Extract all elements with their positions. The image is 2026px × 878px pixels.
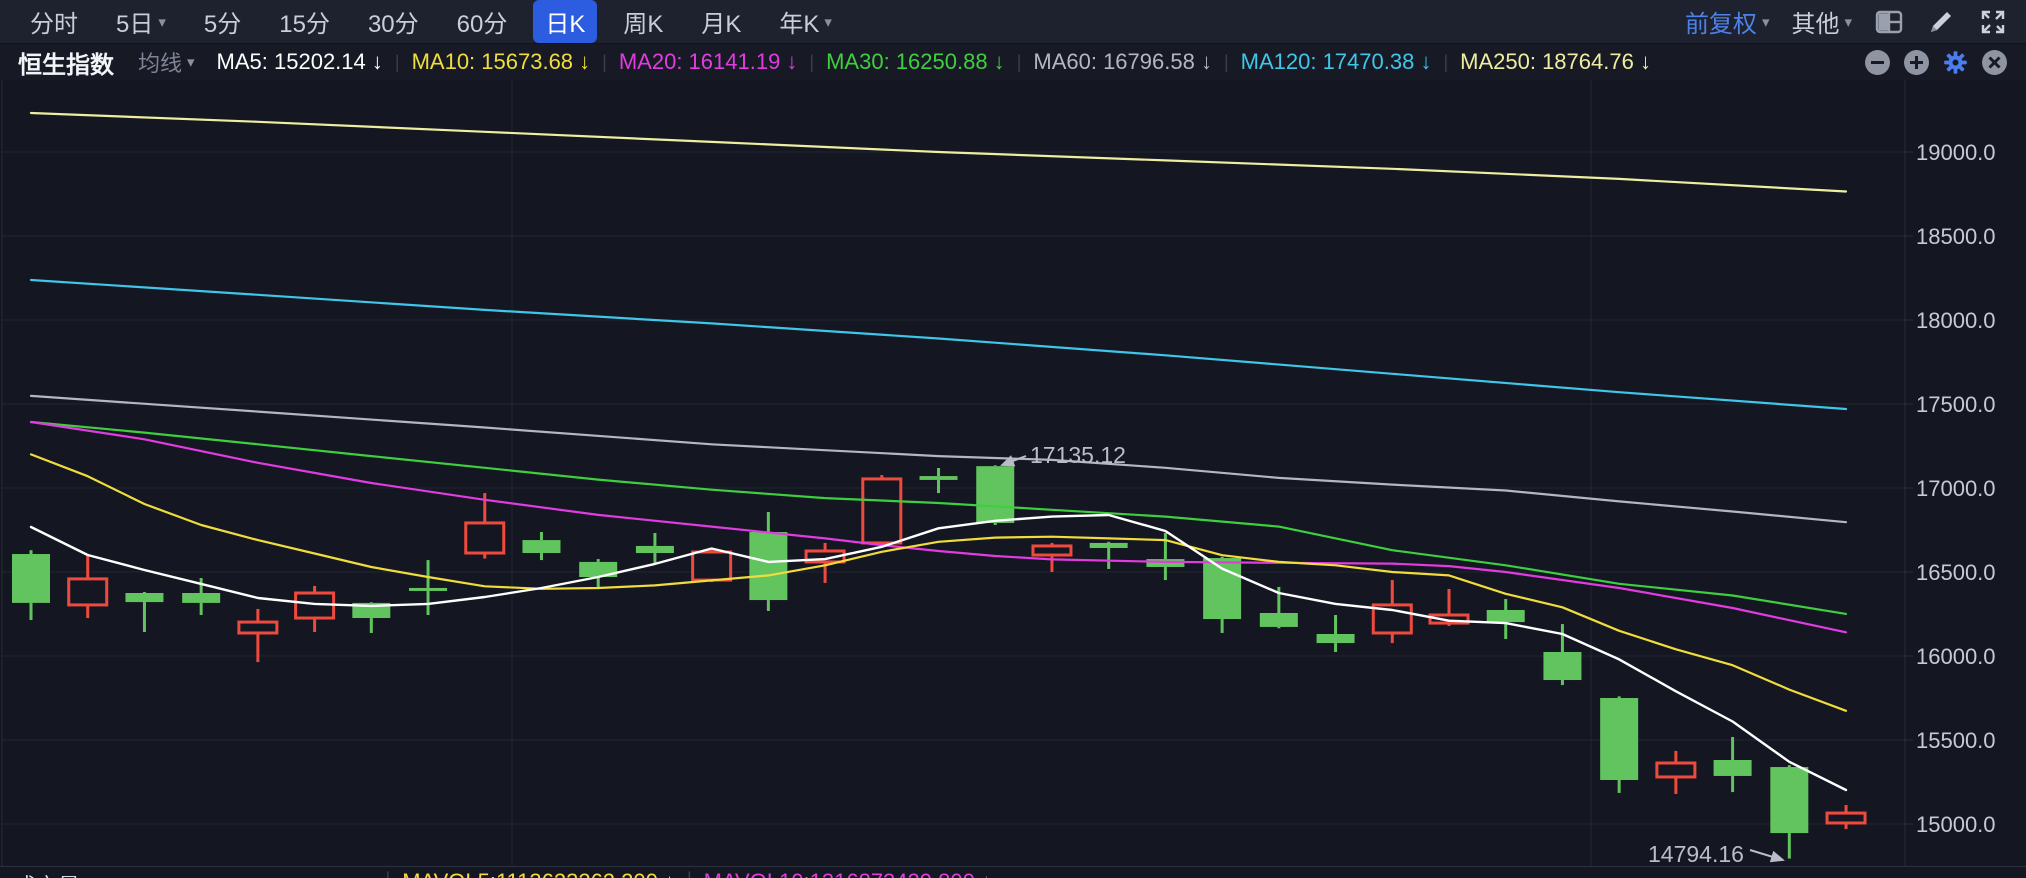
- tab-5日[interactable]: 5日 ▾: [104, 0, 178, 43]
- tab-年K[interactable]: 年K ▾: [767, 0, 844, 43]
- separator: |: [1223, 51, 1229, 72]
- separator: |: [602, 51, 607, 72]
- other-dropdown[interactable]: 其他 ▾: [1791, 4, 1852, 39]
- tab-分时[interactable]: 分时: [18, 0, 90, 43]
- chevron-down-icon: ▾: [158, 13, 166, 31]
- volume-readouts: 成交量: VOLUME:1798199140.000 ↓ | MAVOL5:1113…: [0, 867, 2026, 878]
- ma-readout-ma30: MA30: 16250.88 ↓: [826, 49, 1005, 74]
- tab-月K[interactable]: 月K: [689, 0, 753, 43]
- tab-15分[interactable]: 15分: [267, 0, 342, 43]
- ma-readout-ma250: MA250: 18764.76 ↓: [1460, 49, 1651, 74]
- volume-readout: MAVOL10:1316873429.800 ↓: [704, 869, 992, 878]
- candle-down[interactable]: [919, 476, 958, 480]
- candle-up[interactable]: [691, 550, 733, 582]
- other-label: 其他: [1791, 11, 1840, 38]
- volume-readout: 成交量: VOLUME:1798199140.000 ↓: [14, 869, 374, 878]
- tab-日K[interactable]: 日K: [533, 0, 598, 43]
- zoom-in-icon[interactable]: [1903, 49, 1930, 76]
- tab-5分[interactable]: 5分: [192, 0, 253, 43]
- y-axis-label: 18000.0: [1916, 308, 1996, 333]
- chevron-down-icon: ▾: [824, 13, 832, 31]
- y-axis-label: 17500.0: [1916, 392, 1996, 417]
- candle-down[interactable]: [522, 540, 561, 554]
- candle-down[interactable]: [749, 532, 788, 601]
- y-axis-label: 19000.0: [1916, 140, 1996, 165]
- tab-周K[interactable]: 周K: [611, 0, 675, 43]
- candle-up[interactable]: [67, 577, 109, 607]
- separator: |: [809, 51, 815, 72]
- annotation-arrow: [1749, 849, 1785, 863]
- adjust-mode-dropdown[interactable]: 前复权 ▾: [1685, 4, 1770, 39]
- y-axis-label: 17000.0: [1916, 476, 1996, 501]
- adjust-mode-label: 前复权: [1684, 11, 1757, 38]
- candle-down[interactable]: [1713, 759, 1752, 776]
- close-icon[interactable]: [1981, 49, 2008, 76]
- volume-pane-header: 成交量: VOLUME:1798199140.000 ↓ | MAVOL5:1113…: [0, 866, 2026, 878]
- separator: |: [394, 51, 400, 72]
- ma-readout-ma5: MA5: 15202.14 ↓: [216, 49, 383, 74]
- y-axis-label: 16000.0: [1916, 644, 1996, 669]
- y-axis-label: 15000.0: [1916, 812, 1996, 837]
- price-annotation: 14794.16: [1648, 841, 1744, 867]
- candle-down[interactable]: [182, 593, 221, 603]
- timeframe-toolbar: 分时 5日 ▾ 5分 15分 30分 60分 日K 周K 月K 年K ▾ 前复权 ▾ 其他 ▾: [0, 0, 2026, 44]
- price-annotation: 17135.12: [1030, 442, 1126, 468]
- candle-up[interactable]: [1031, 544, 1073, 557]
- indicator-bar: 恒生指数 均线 ▾ MA5: 15202.14 ↓ | MA10: 15673.68…: [0, 44, 2026, 80]
- y-axis-label: 18500.0: [1916, 224, 1996, 249]
- ma-readout-ma10: MA10: 15673.68 ↓: [411, 49, 591, 74]
- ma-readouts: MA5: 15202.14 ↓ | MA10: 15673.68 ↓ | MA20: 1…: [217, 49, 1651, 75]
- separator: |: [687, 869, 692, 878]
- symbol-name: 恒生指数: [18, 51, 114, 79]
- settings-gear-icon[interactable]: [1942, 49, 1969, 76]
- stock-chart-app: 分时 5日 ▾ 5分 15分 30分 60分 日K 周K 月K 年K ▾ 前复权 ▾ 其他 ▾: [0, 0, 2026, 878]
- separator: |: [1443, 51, 1449, 72]
- separator: |: [1016, 51, 1022, 72]
- indicator-bar-icons: [1864, 49, 2008, 76]
- candle-down[interactable]: [409, 587, 448, 591]
- candle-up[interactable]: [1655, 761, 1697, 779]
- chevron-down-icon: ▾: [1761, 13, 1770, 31]
- candle-down[interactable]: [635, 545, 674, 554]
- candlestick-chart[interactable]: 19000.0 18500.0 18000.0 17500.0 17000.0 16500…: [0, 0, 2026, 878]
- zoom-out-icon[interactable]: [1864, 49, 1891, 76]
- y-axis-label: 15500.0: [1916, 728, 1996, 753]
- candle-up[interactable]: [861, 477, 903, 545]
- brush-icon[interactable]: [1926, 7, 1956, 37]
- ma-line-ma120: [29, 278, 1848, 411]
- chevron-down-icon: ▾: [187, 54, 195, 71]
- candle-up[interactable]: [464, 521, 506, 555]
- ma-selector-label: 均线: [138, 51, 183, 76]
- candle-down[interactable]: [1316, 633, 1355, 644]
- candle-up[interactable]: [1825, 811, 1867, 825]
- volume-readout: MAVOL5:1113623262.200 ↓: [402, 869, 675, 878]
- expand-icon[interactable]: [1978, 7, 2008, 37]
- candle-down[interactable]: [1486, 609, 1525, 623]
- ma-readout-ma60: MA60: 16796.58 ↓: [1033, 49, 1212, 74]
- candle-down[interactable]: [12, 554, 50, 603]
- chevron-down-icon: ▾: [1844, 13, 1852, 31]
- candle-down[interactable]: [1600, 698, 1639, 780]
- ma-selector-dropdown[interactable]: 均线 ▾: [138, 46, 195, 78]
- y-axis-label: 16500.0: [1916, 560, 1996, 585]
- candle-down[interactable]: [1089, 542, 1128, 548]
- toolbar-right-group: 前复权 ▾ 其他 ▾: [1685, 4, 2008, 39]
- ma-readout-ma120: MA120: 17470.38 ↓: [1240, 49, 1432, 74]
- candle-down[interactable]: [1543, 651, 1582, 681]
- candle-down[interactable]: [125, 593, 164, 603]
- tab-30分[interactable]: 30分: [356, 0, 431, 43]
- ma-readout-ma20: MA20: 16141.19 ↓: [618, 49, 798, 74]
- candle-down[interactable]: [976, 466, 1015, 523]
- layout-grid-icon[interactable]: [1874, 7, 1904, 37]
- ma-line-ma30: [29, 420, 1848, 616]
- separator: |: [386, 869, 391, 878]
- candle-up[interactable]: [237, 620, 279, 635]
- tab-60分[interactable]: 60分: [445, 0, 520, 43]
- candle-down[interactable]: [1770, 767, 1809, 834]
- candle-down[interactable]: [1259, 612, 1298, 627]
- timeframe-tabs: 分时 5日 ▾ 5分 15分 30分 60分 日K 周K 月K 年K ▾: [18, 0, 858, 43]
